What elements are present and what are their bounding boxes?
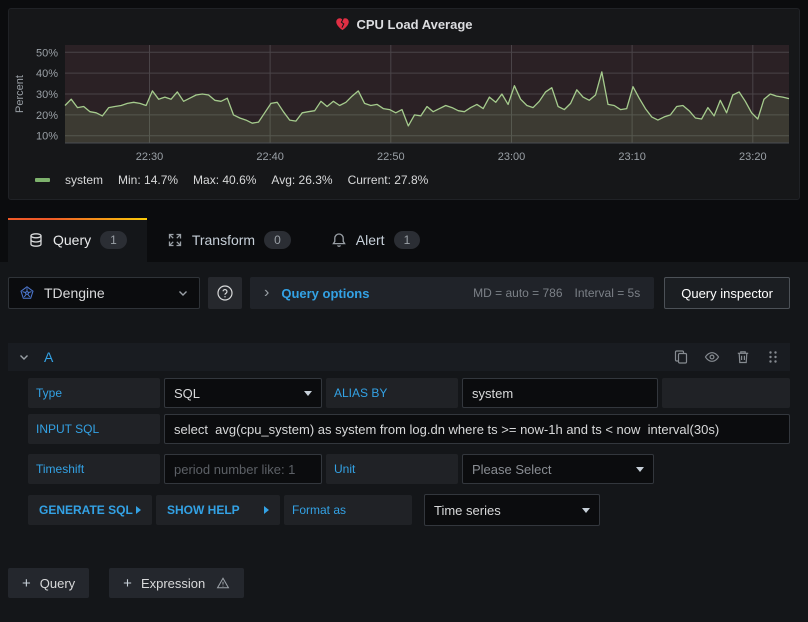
panel-header[interactable]: CPU Load Average xyxy=(9,9,799,39)
plus-icon: + xyxy=(22,576,31,591)
query-ref-id: A xyxy=(44,349,53,365)
query-editor-content: TDengine › Query options MD = auto = 786… xyxy=(0,262,808,622)
type-row: Type SQL ALIAS BY xyxy=(28,378,790,408)
add-expression-label: Expression xyxy=(141,576,205,591)
add-query-label: Query xyxy=(40,576,75,591)
legend-max: Max: 40.6% xyxy=(193,173,256,187)
input-sql-row: INPUT SQL xyxy=(28,414,790,444)
alias-by-input[interactable] xyxy=(462,378,658,408)
tab-transform-label: Transform xyxy=(192,232,255,248)
query-options-bar[interactable]: › Query options MD = auto = 786 Interval… xyxy=(250,277,654,309)
format-as-label: Format as xyxy=(284,495,412,525)
delete-query-trash-icon[interactable] xyxy=(735,349,751,365)
unit-select-placeholder: Please Select xyxy=(472,462,552,477)
alert-heart-icon xyxy=(335,17,350,31)
row-filler xyxy=(662,378,790,408)
tab-query-label: Query xyxy=(53,232,91,248)
type-label: Type xyxy=(28,378,160,408)
type-select-value: SQL xyxy=(174,386,200,401)
cpu-load-panel: CPU Load Average 22:30 22:40 22:50 23:00 23:… xyxy=(8,8,800,200)
unit-label: Unit xyxy=(326,454,458,484)
tab-query[interactable]: Query 1 xyxy=(8,218,147,262)
svg-text:50%: 50% xyxy=(36,47,58,59)
actions-row: GENERATE SQL SHOW HELP Format as Time se… xyxy=(28,494,790,526)
svg-text:20%: 20% xyxy=(36,110,58,122)
svg-text:40%: 40% xyxy=(36,68,58,80)
bell-icon xyxy=(331,232,347,248)
disable-query-eye-icon[interactable] xyxy=(704,349,720,365)
datasource-picker[interactable]: TDengine xyxy=(8,277,200,309)
warning-triangle-icon xyxy=(216,576,230,590)
tab-query-badge: 1 xyxy=(100,231,127,249)
panel-title: CPU Load Average xyxy=(356,17,472,32)
svg-text:23:20: 23:20 xyxy=(739,151,767,163)
svg-text:22:30: 22:30 xyxy=(136,151,164,163)
legend-dash-icon xyxy=(35,178,50,182)
help-circle-icon xyxy=(216,284,234,302)
format-as-select[interactable]: Time series xyxy=(424,494,600,526)
query-options-label: Query options xyxy=(281,286,369,301)
datasource-name: TDengine xyxy=(44,285,168,301)
triangle-right-icon xyxy=(136,506,141,514)
chevron-right-icon: › xyxy=(264,285,269,301)
svg-text:23:10: 23:10 xyxy=(618,151,646,163)
tab-alert[interactable]: Alert 1 xyxy=(311,218,440,262)
chart-area: 22:30 22:40 22:50 23:00 23:10 23:20 10% 20% 30% 4… xyxy=(9,39,799,168)
query-row-header[interactable]: A xyxy=(8,343,790,371)
add-expression-button[interactable]: + Expression xyxy=(109,568,244,598)
interval-text: Interval = 5s xyxy=(575,286,641,300)
query-form: Type SQL ALIAS BY INPUT SQL Timeshift Un… xyxy=(28,378,790,526)
tab-transform-badge: 0 xyxy=(264,231,291,249)
legend-series-name[interactable]: system xyxy=(65,173,103,187)
transform-icon xyxy=(167,232,183,248)
drag-handle-icon[interactable] xyxy=(766,349,780,365)
timeshift-row: Timeshift Unit Please Select xyxy=(28,454,790,484)
svg-text:22:40: 22:40 xyxy=(256,151,284,163)
tab-alert-badge: 1 xyxy=(394,231,421,249)
datasource-row: TDengine › Query options MD = auto = 786… xyxy=(8,277,790,309)
caret-down-icon xyxy=(304,391,312,396)
generate-sql-button[interactable]: GENERATE SQL xyxy=(28,495,152,525)
timeshift-input[interactable] xyxy=(164,454,322,484)
query-inspector-button[interactable]: Query inspector xyxy=(664,277,790,309)
cpu-chart: 22:30 22:40 22:50 23:00 23:10 23:20 10% 20% 30% 4… xyxy=(11,39,797,165)
editor-footer: + Query + Expression xyxy=(8,568,790,598)
tab-alert-label: Alert xyxy=(356,232,385,248)
svg-text:30%: 30% xyxy=(36,89,58,101)
legend-min: Min: 14.7% xyxy=(118,173,178,187)
type-select[interactable]: SQL xyxy=(164,378,322,408)
query-row-actions xyxy=(673,349,780,365)
svg-text:10%: 10% xyxy=(36,131,58,143)
caret-down-icon xyxy=(636,467,644,472)
database-icon xyxy=(28,232,44,248)
editor-tabbar: Query 1 Transform 0 Alert 1 xyxy=(0,218,808,262)
datasource-help-button[interactable] xyxy=(208,277,242,309)
tdengine-logo-icon xyxy=(19,285,35,301)
unit-select[interactable]: Please Select xyxy=(462,454,654,484)
max-data-points-text: MD = auto = 786 xyxy=(473,286,562,300)
add-query-button[interactable]: + Query xyxy=(8,568,89,598)
input-sql-label: INPUT SQL xyxy=(28,414,160,444)
show-help-button[interactable]: SHOW HELP xyxy=(156,495,280,525)
legend-avg: Avg: 26.3% xyxy=(271,173,332,187)
input-sql-input[interactable] xyxy=(164,414,790,444)
generate-sql-label: GENERATE SQL xyxy=(39,503,133,517)
chevron-down-icon xyxy=(177,287,189,299)
caret-down-icon xyxy=(582,508,590,513)
legend-current: Current: 27.8% xyxy=(348,173,429,187)
tab-transform[interactable]: Transform 0 xyxy=(147,218,311,262)
alias-by-label: ALIAS BY xyxy=(326,378,458,408)
format-as-value: Time series xyxy=(434,503,501,518)
svg-text:23:00: 23:00 xyxy=(498,151,526,163)
chart-legend: system Min: 14.7% Max: 40.6% Avg: 26.3% … xyxy=(9,168,799,187)
collapse-chevron-icon xyxy=(18,351,30,363)
svg-text:22:50: 22:50 xyxy=(377,151,405,163)
timeshift-label: Timeshift xyxy=(28,454,160,484)
duplicate-query-icon[interactable] xyxy=(673,349,689,365)
plus-icon: + xyxy=(123,576,132,591)
triangle-right-icon xyxy=(264,506,269,514)
svg-text:Percent: Percent xyxy=(14,75,26,113)
dashboard-top-section: CPU Load Average 22:30 22:40 22:50 23:00 23:… xyxy=(0,0,808,200)
show-help-label: SHOW HELP xyxy=(167,503,240,517)
